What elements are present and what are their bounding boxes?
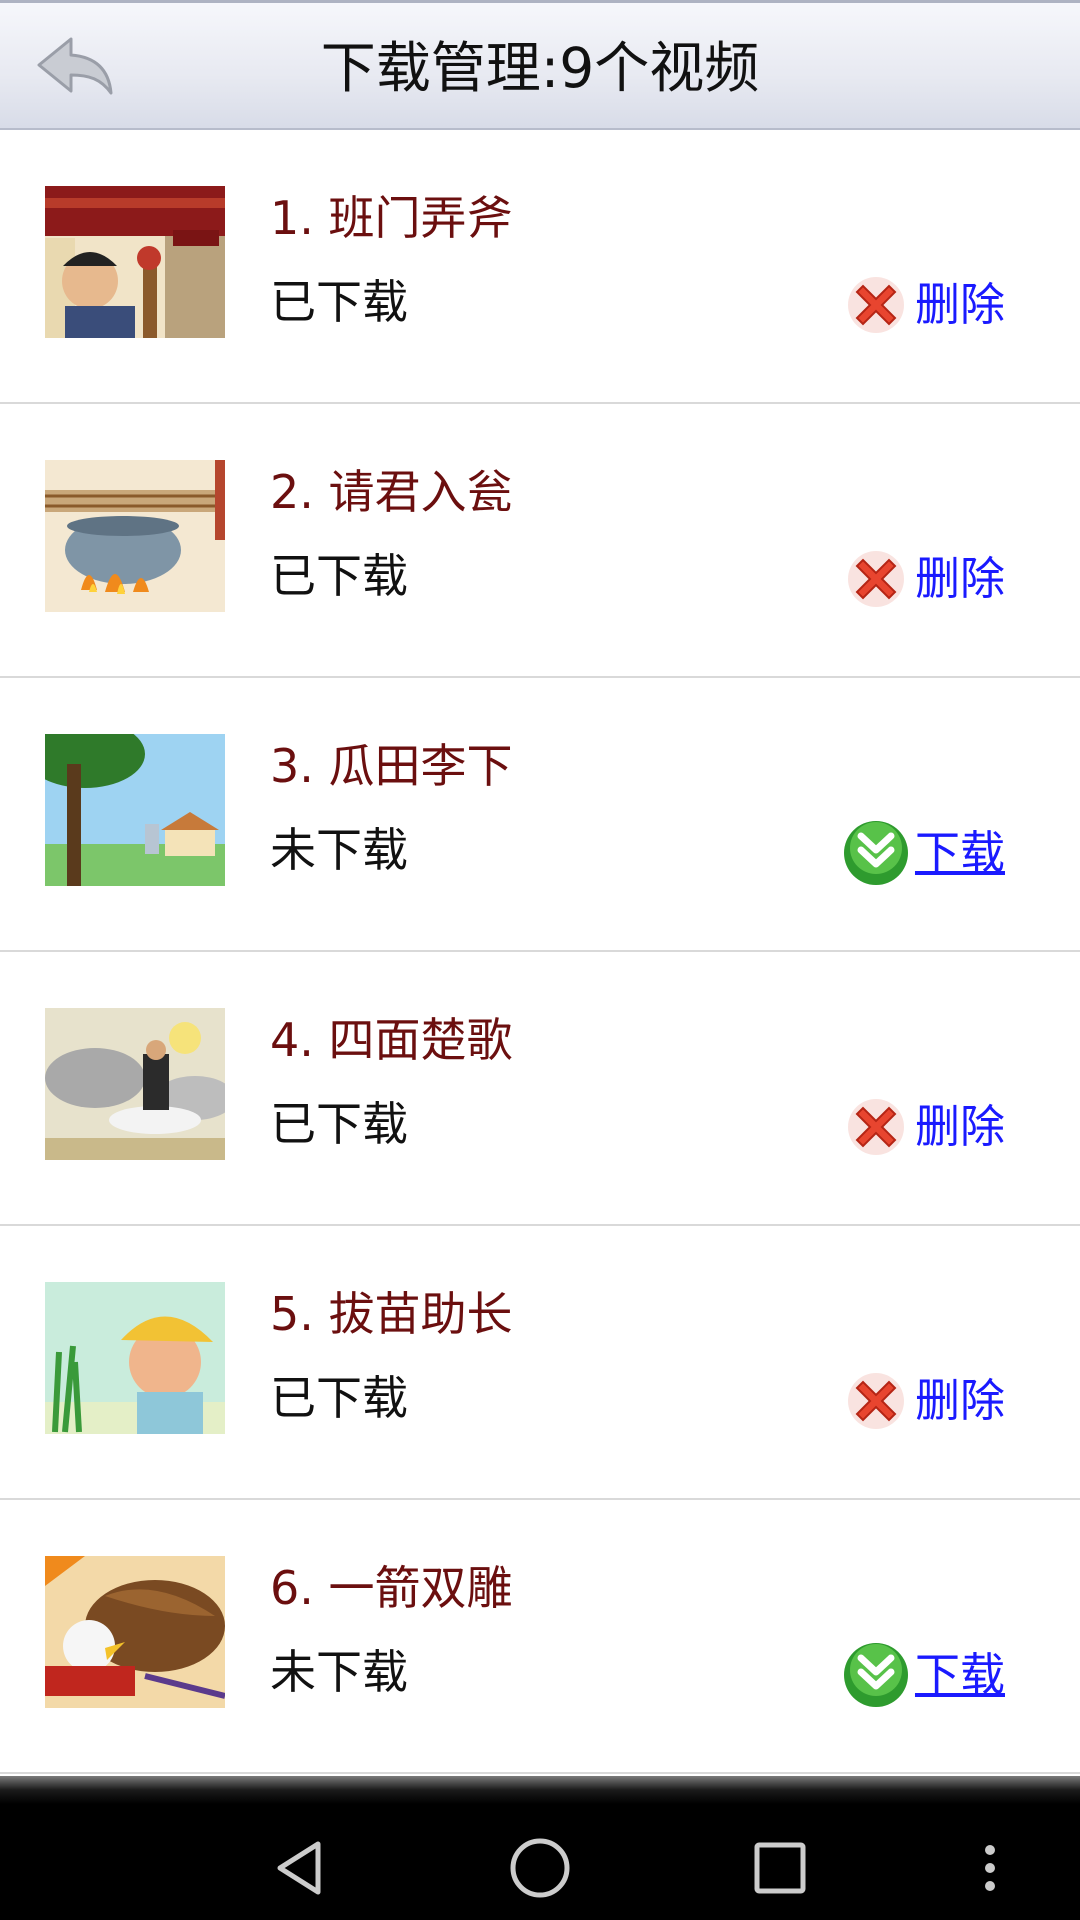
- delete-label: 删除: [914, 1100, 1005, 1153]
- list-item: 1. 班门弄斧 已下载 删除: [0, 130, 1080, 404]
- nav-recents-button[interactable]: [730, 1818, 830, 1918]
- download-button[interactable]: 下载: [841, 1640, 1005, 1710]
- video-thumbnail[interactable]: [45, 186, 225, 338]
- download-status: 已下载: [270, 1371, 408, 1425]
- delete-x-icon: [847, 1099, 904, 1155]
- download-status: 已下载: [270, 549, 408, 603]
- download-button[interactable]: 下载: [841, 818, 1005, 888]
- download-arrow-icon: [843, 1643, 908, 1707]
- list-item: 6. 一箭双雕 未下载 下载: [0, 1500, 1080, 1774]
- circle-home-icon: [510, 1838, 570, 1898]
- video-list: 1. 班门弄斧 已下载 删除 2. 请君入瓮 已下载 删除 3. 瓜田李下 未下…: [0, 130, 1080, 1774]
- triangle-back-icon: [277, 1841, 321, 1895]
- delete-button[interactable]: 删除: [841, 1366, 1005, 1436]
- video-thumbnail[interactable]: [45, 1282, 225, 1434]
- header-bar: 下载管理:9个视频: [0, 0, 1080, 130]
- download-status: 已下载: [270, 275, 408, 329]
- nav-menu-button[interactable]: [960, 1818, 1020, 1918]
- delete-button[interactable]: 删除: [841, 270, 1005, 340]
- square-recents-icon: [754, 1842, 806, 1894]
- video-thumbnail[interactable]: [45, 734, 225, 886]
- delete-label: 删除: [914, 278, 1005, 331]
- page-title: 下载管理:9个视频: [320, 36, 760, 100]
- nav-home-button[interactable]: [490, 1818, 590, 1918]
- delete-label: 删除: [914, 1374, 1005, 1427]
- video-title: 2. 请君入瓮: [270, 465, 513, 519]
- download-status: 未下载: [270, 823, 408, 877]
- list-item: 5. 拔苗助长 已下载 删除: [0, 1226, 1080, 1500]
- video-title: 6. 一箭双雕: [270, 1561, 513, 1615]
- list-item: 4. 四面楚歌 已下载 删除: [0, 952, 1080, 1226]
- vertical-dots-menu-icon: [985, 1845, 995, 1891]
- list-item: 3. 瓜田李下 未下载 下载: [0, 678, 1080, 952]
- download-label: 下载: [914, 826, 1005, 879]
- nav-back-button[interactable]: [250, 1818, 350, 1918]
- video-thumbnail[interactable]: [45, 1556, 225, 1708]
- delete-x-icon: [847, 1373, 904, 1429]
- list-item: 2. 请君入瓮 已下载 删除: [0, 404, 1080, 678]
- delete-button[interactable]: 删除: [841, 544, 1005, 614]
- system-navigation-bar: [0, 1776, 1080, 1920]
- video-title: 5. 拔苗助长: [270, 1287, 513, 1341]
- screen: 下载管理:9个视频 1. 班门弄斧 已下载 删除 2. 请君入瓮 已下载 删除 …: [0, 0, 1080, 1920]
- delete-label: 删除: [914, 552, 1005, 605]
- delete-button[interactable]: 删除: [841, 1092, 1005, 1162]
- video-title: 4. 四面楚歌: [270, 1013, 513, 1067]
- video-thumbnail[interactable]: [45, 1008, 225, 1160]
- download-status: 未下载: [270, 1645, 408, 1699]
- download-status: 已下载: [270, 1097, 408, 1151]
- delete-x-icon: [847, 277, 904, 333]
- download-label: 下载: [914, 1648, 1005, 1701]
- video-title: 3. 瓜田李下: [270, 739, 513, 793]
- delete-x-icon: [847, 551, 904, 607]
- video-title: 1. 班门弄斧: [270, 191, 513, 245]
- download-arrow-icon: [843, 821, 908, 885]
- video-thumbnail[interactable]: [45, 460, 225, 612]
